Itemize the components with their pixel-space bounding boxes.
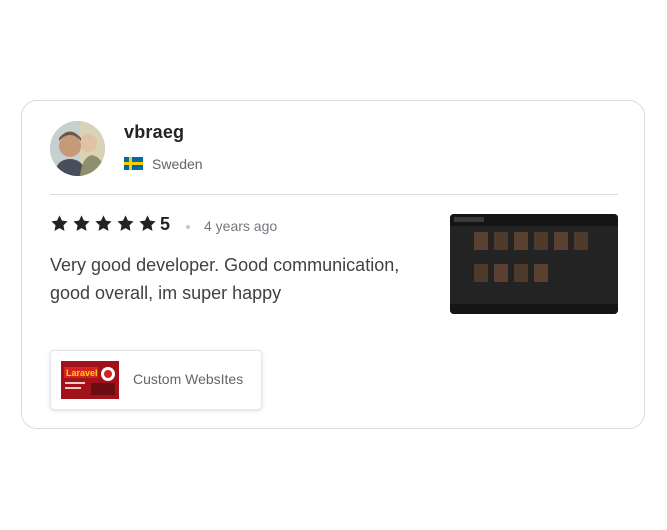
separator-dot	[186, 225, 190, 229]
gig-thumbnail: Laravel	[61, 361, 119, 399]
reviewer-country: Sweden	[152, 156, 203, 172]
review-text: Very good developer. Good communication,…	[50, 255, 400, 303]
star-icon	[50, 214, 69, 233]
gig-title: Custom WebsItes	[133, 371, 244, 387]
avatar[interactable]	[50, 121, 105, 176]
star-icon	[72, 214, 91, 233]
rating-value: 5	[160, 214, 171, 234]
gig-thumbnail-text: Laravel	[66, 368, 98, 378]
sweden-flag-icon	[124, 157, 143, 170]
divider	[50, 194, 618, 195]
star-icon	[116, 214, 135, 233]
star-icon	[138, 214, 157, 233]
star-icon	[94, 214, 113, 233]
review-card: vbraeg Sweden 5 4 years ago Very good de…	[21, 100, 645, 429]
review-time: 4 years ago	[204, 218, 278, 234]
reviewer-username[interactable]: vbraeg	[124, 122, 184, 143]
avatar-image	[50, 121, 105, 176]
gig-card[interactable]: Laravel Custom WebsItes	[50, 350, 262, 410]
star-rating	[50, 214, 157, 233]
review-attachment-image[interactable]	[450, 214, 618, 314]
